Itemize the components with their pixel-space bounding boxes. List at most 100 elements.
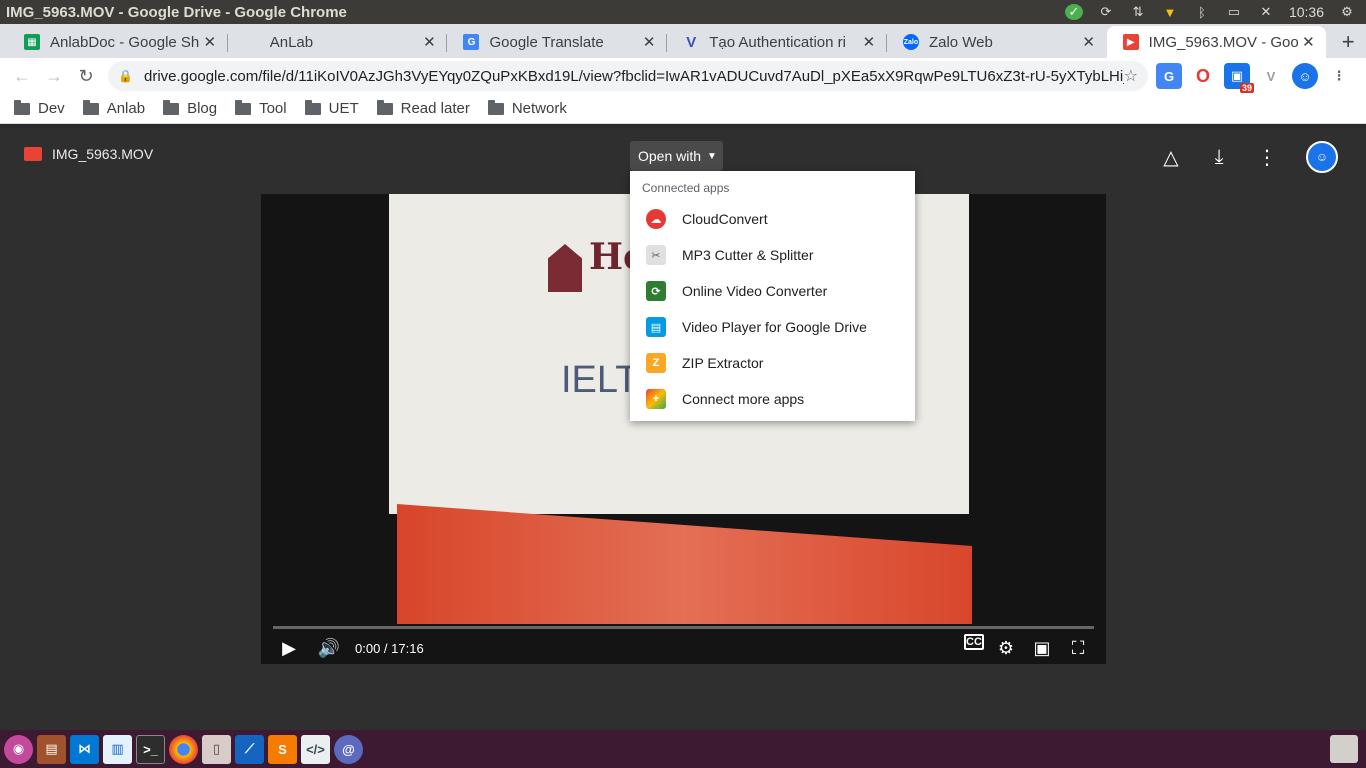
files-icon[interactable]: ▤ — [37, 734, 66, 764]
folder-icon — [235, 99, 252, 115]
vuejs-extension-icon[interactable]: V — [1258, 63, 1284, 89]
vscode-icon[interactable]: ⋈ — [70, 734, 99, 764]
settings-gear-icon[interactable]: ⚙ — [992, 634, 1020, 662]
opera-extension-icon[interactable]: O — [1190, 63, 1216, 89]
profile-avatar-icon[interactable]: ☺ — [1292, 63, 1318, 89]
progress-bar[interactable] — [273, 626, 1094, 629]
ubuntu-icon[interactable]: ◉ — [4, 734, 33, 764]
tab-strip: ▦ AnlabDoc - Google Sh ✕ AnLab ✕ G Googl… — [0, 24, 1366, 58]
chrome-icon[interactable] — [169, 734, 198, 764]
network-arrows-icon[interactable]: ⇅ — [1129, 4, 1147, 20]
bookmark-star-icon[interactable]: ☆ — [1124, 66, 1138, 86]
menu-item-video-converter[interactable]: ⟳ Online Video Converter — [630, 273, 915, 309]
notification-extension-icon[interactable]: ▣ 39 — [1224, 63, 1254, 93]
back-arrow-icon[interactable]: ← — [6, 60, 38, 92]
add-to-drive-icon[interactable]: △ — [1158, 144, 1184, 170]
tab-zalo[interactable]: Zalo Zalo Web ✕ — [887, 26, 1107, 58]
close-icon[interactable]: ✕ — [1081, 33, 1097, 51]
tab-label: Zalo Web — [928, 33, 993, 51]
tab-anlab[interactable]: AnLab ✕ — [228, 26, 448, 58]
bookmark-uet[interactable]: UET — [304, 99, 359, 117]
bookmark-label: Dev — [38, 100, 65, 117]
tab-label: Tạo Authentication ri — [709, 33, 846, 51]
bookmark-tool[interactable]: Tool — [235, 99, 287, 117]
open-with-button[interactable]: Open with ▼ — [630, 141, 723, 171]
bookmark-dev[interactable]: Dev — [14, 99, 65, 117]
sublime-icon[interactable]: S — [268, 734, 297, 764]
system-tray: ✓ ⟳ ⇅ ▼ ᛒ ▭ ✕ 10:36 ⚙ — [1064, 4, 1366, 20]
controls-right: CC ⚙ ▣ ⛶ — [964, 634, 1092, 662]
google-translate-icon: G — [463, 34, 480, 50]
close-icon[interactable]: ✕ — [421, 33, 437, 51]
volume-icon[interactable]: 🔊 — [315, 634, 343, 662]
mute-icon[interactable]: ✕ — [1257, 4, 1275, 20]
code-editor-icon[interactable]: </> — [301, 734, 330, 764]
menu-item-label: Connect more apps — [682, 391, 805, 407]
close-icon[interactable]: ✕ — [641, 33, 657, 51]
bookmark-label: Network — [511, 100, 567, 117]
terminal-icon[interactable]: >_ — [136, 734, 165, 764]
video-player-icon: ▤ — [646, 317, 666, 337]
video-file-icon: ▶ — [1122, 34, 1139, 50]
video-frame-band — [397, 504, 972, 624]
download-icon[interactable]: ⤓ — [1206, 144, 1232, 170]
ubuntu-launcher: ◉ ▤ ⋈ ▥ >_ ▯ ⟋ S </> @ — [0, 730, 1366, 768]
time-display: 0:00 / 17:16 — [355, 640, 424, 656]
video-converter-icon: ⟳ — [646, 281, 666, 301]
lock-icon[interactable]: 🔒 — [118, 69, 134, 83]
miniplayer-icon[interactable]: ▣ — [1028, 634, 1056, 662]
close-icon[interactable]: ✕ — [202, 33, 218, 51]
clock[interactable]: 10:36 — [1289, 4, 1324, 20]
bookmark-label: Read later — [400, 100, 470, 117]
trash-icon[interactable] — [1330, 735, 1358, 763]
play-icon[interactable]: ▶ — [275, 634, 303, 662]
menu-item-zip-extractor[interactable]: Z ZIP Extractor — [630, 345, 915, 381]
folder-icon — [487, 99, 504, 115]
menu-item-cloudconvert[interactable]: ☁ CloudConvert — [630, 201, 915, 237]
new-tab-button[interactable]: + — [1330, 26, 1366, 58]
sync-icon[interactable]: ⟳ — [1097, 4, 1115, 20]
mixer-icon[interactable]: ▼ — [1161, 4, 1179, 20]
folder-icon — [82, 99, 99, 115]
video-controls: ▶ 🔊 0:00 / 17:16 CC ⚙ ▣ ⛶ — [261, 632, 1106, 664]
bookmark-label: UET — [328, 100, 359, 117]
reload-icon[interactable]: ↻ — [70, 60, 102, 92]
tab-google-translate[interactable]: G Google Translate ✕ — [447, 26, 668, 58]
bookmark-read-later[interactable]: Read later — [376, 99, 470, 117]
google-translate-extension-icon[interactable]: G — [1156, 63, 1182, 89]
forward-arrow-icon[interactable]: → — [38, 60, 70, 92]
bookmark-network[interactable]: Network — [487, 99, 567, 117]
close-icon[interactable]: ✕ — [1300, 33, 1316, 51]
menu-item-mp3-cutter[interactable]: ✂ MP3 Cutter & Splitter — [630, 237, 915, 273]
captions-icon[interactable]: CC — [964, 634, 984, 650]
address-bar[interactable]: 🔒 drive.google.com/file/d/11iKoIV0AzJGh3… — [108, 61, 1148, 91]
more-options-icon[interactable]: ⋮ — [1254, 144, 1280, 170]
url-text[interactable]: drive.google.com/file/d/11iKoIV0AzJGh3Vy… — [144, 68, 1124, 85]
text-editor-icon[interactable]: ▥ — [103, 734, 132, 764]
menu-item-label: Video Player for Google Drive — [682, 319, 867, 335]
tab-label: AnLab — [269, 33, 314, 51]
menu-kebab-icon[interactable]: ⋮ — [1326, 63, 1352, 89]
video-ielts-text: IELT — [561, 359, 639, 401]
fullscreen-icon[interactable]: ⛶ — [1064, 634, 1092, 662]
menu-item-label: MP3 Cutter & Splitter — [682, 247, 814, 263]
menu-item-video-player[interactable]: ▤ Video Player for Google Drive — [630, 309, 915, 345]
extension-badge: 39 — [1239, 83, 1254, 93]
tab-img-5963[interactable]: ▶ IMG_5963.MOV - Goo ✕ — [1106, 26, 1327, 58]
wireshark-icon[interactable]: ⟋ — [235, 734, 264, 764]
menu-item-connect-more-apps[interactable]: + Connect more apps — [630, 381, 915, 417]
spiral-app-icon[interactable]: @ — [334, 734, 363, 764]
tab-authentication[interactable]: V Tạo Authentication ri ✕ — [667, 26, 887, 58]
book-icon[interactable]: ▯ — [202, 734, 231, 764]
settings-gear-icon[interactable]: ⚙ — [1338, 4, 1356, 20]
bluetooth-icon[interactable]: ᛒ — [1193, 4, 1211, 20]
check-badge-icon[interactable]: ✓ — [1064, 4, 1083, 20]
menu-heading: Connected apps — [642, 181, 730, 195]
close-icon[interactable]: ✕ — [861, 33, 877, 51]
avatar[interactable]: ☺ — [1306, 141, 1338, 173]
bookmark-blog[interactable]: Blog — [163, 99, 217, 117]
tab-anlabdoc[interactable]: ▦ AnlabDoc - Google Sh ✕ — [8, 26, 228, 58]
drive-file-viewer: IMG_5963.MOV Open with ▼ △ ⤓ ⋮ ☺ Ho IELT… — [0, 128, 1366, 730]
battery-icon[interactable]: ▭ — [1225, 4, 1243, 20]
bookmark-anlab[interactable]: Anlab — [82, 99, 145, 117]
